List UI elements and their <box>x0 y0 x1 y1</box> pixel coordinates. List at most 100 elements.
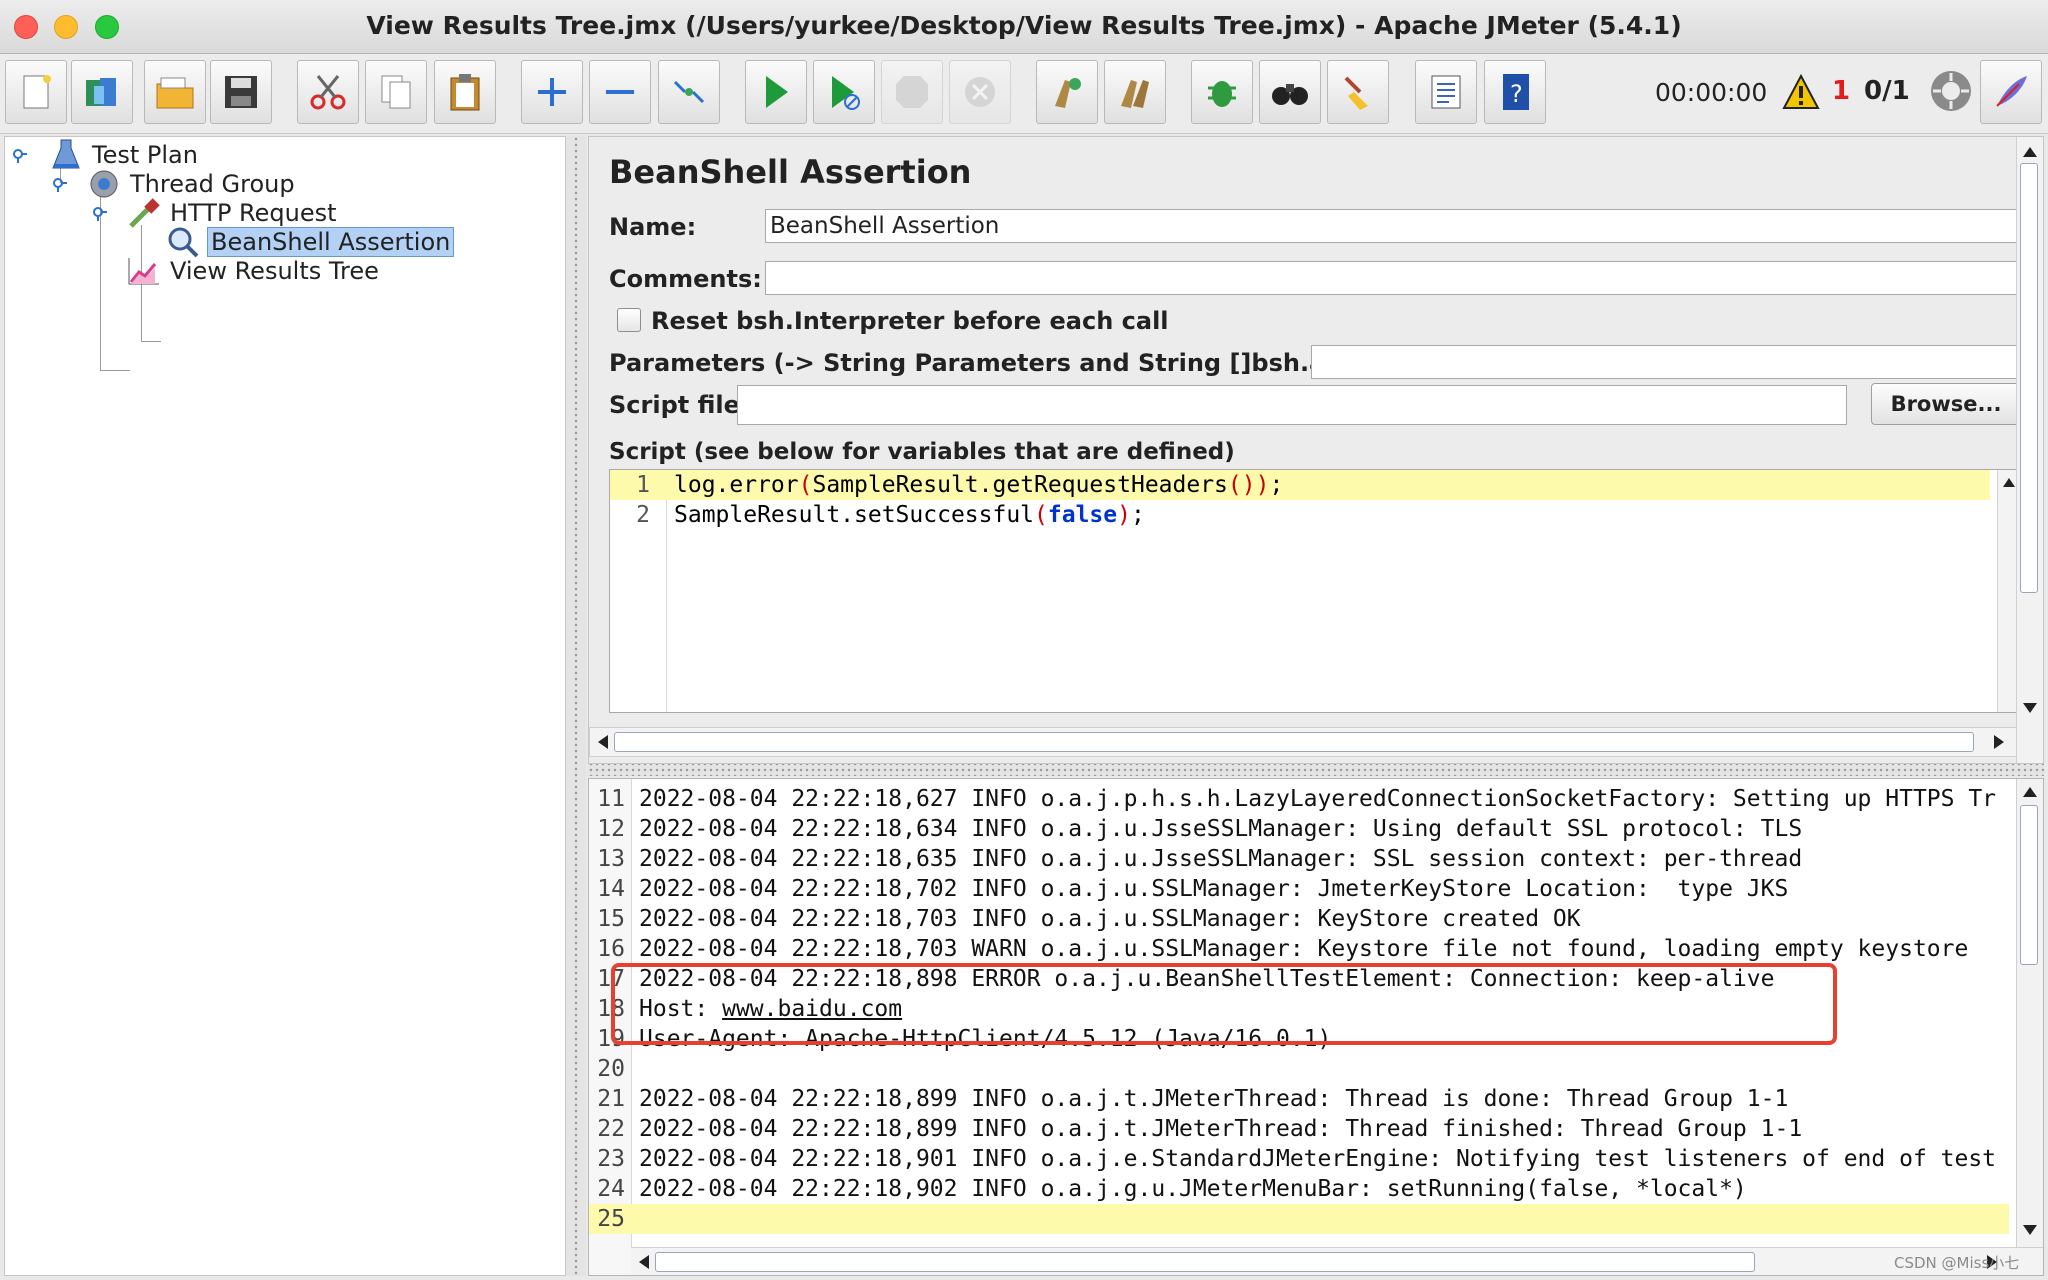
expand-toggle-icon[interactable] <box>93 207 107 221</box>
help-button[interactable]: ? <box>1484 60 1546 124</box>
new-button[interactable] <box>5 60 67 124</box>
templates-icon <box>86 78 116 106</box>
feather-icon <box>1996 76 2027 107</box>
debug-button[interactable] <box>1191 60 1253 124</box>
collapse-all-button[interactable] <box>589 60 651 124</box>
log-viewer-button[interactable] <box>1980 60 2042 124</box>
title-bar: View Results Tree.jmx (/Users/yurkee/Des… <box>0 0 2048 54</box>
expand-toggle-icon[interactable] <box>13 149 27 163</box>
tree-node-view-results-tree[interactable]: View Results Tree <box>125 254 382 288</box>
tree-node-label: BeanShell Assertion <box>207 227 455 257</box>
play-no-timers-icon <box>832 76 860 110</box>
code-token: ; <box>1131 502 1145 528</box>
horizontal-splitter[interactable] <box>588 764 2044 776</box>
search-button[interactable] <box>1259 60 1321 124</box>
log-line: 14 2022-08-04 22:22:18,702 INFO o.a.j.u.S… <box>589 874 2009 904</box>
list-icon <box>1431 75 1461 109</box>
flask-icon <box>52 139 80 169</box>
play-icon <box>766 76 788 108</box>
reset-search-button[interactable] <box>1327 60 1389 124</box>
minus-icon <box>606 90 634 94</box>
svg-text:?: ? <box>1510 80 1523 108</box>
code-token: log.error <box>674 472 799 498</box>
scroll-right-arrow[interactable] <box>1994 735 2004 749</box>
log-horizontal-scrollbar[interactable] <box>631 1247 2043 1275</box>
copy-button[interactable] <box>365 60 427 124</box>
script-editor[interactable]: 1 log.error(SampleResult.getRequestHeader… <box>609 469 2021 713</box>
expand-all-button[interactable] <box>521 60 583 124</box>
line-number: 22 <box>597 1116 625 1142</box>
line-number: 1 <box>636 472 650 498</box>
stop-button[interactable] <box>881 60 943 124</box>
templates-button[interactable] <box>71 60 133 124</box>
log-line: 25 <box>589 1204 2009 1234</box>
bug-icon <box>1208 81 1236 107</box>
test-plan-tree: Test Plan Thread Group HTTP Request Bean… <box>4 136 566 1276</box>
log-line: 12 2022-08-04 22:22:18,634 INFO o.a.j.u.J… <box>589 814 2009 844</box>
log-line: 21 2022-08-04 22:22:18,899 INFO o.a.j.t.J… <box>589 1084 2009 1114</box>
code-token: false <box>1047 502 1118 528</box>
warning-icon[interactable] <box>1782 74 1820 110</box>
comments-label: Comments: <box>609 265 762 293</box>
clear-button[interactable] <box>1036 60 1098 124</box>
browse-button[interactable]: Browse... <box>1871 383 2021 425</box>
toolbar: ? 00:00:00 1 0/1 <box>0 54 2048 134</box>
tree-node-label: View Results Tree <box>170 257 379 285</box>
log-text: 2022-08-04 22:22:18,899 INFO o.a.j.t.JMe… <box>639 1116 1803 1142</box>
log-text: 2022-08-04 22:22:18,634 INFO o.a.j.u.Jss… <box>639 816 1803 842</box>
start-no-timers-button[interactable] <box>813 60 875 124</box>
script-file-label: Script file <box>609 391 740 419</box>
scroll-up-arrow[interactable] <box>2003 478 2015 487</box>
function-helper-button[interactable] <box>1415 60 1477 124</box>
line-number: 16 <box>597 936 625 962</box>
panel-vertical-scrollbar[interactable] <box>2016 137 2043 763</box>
line-number: 14 <box>597 876 625 902</box>
name-label: Name: <box>609 213 697 241</box>
log-vertical-scrollbar[interactable] <box>2016 779 2043 1247</box>
code-token: ; <box>1269 472 1284 498</box>
shutdown-button[interactable] <box>949 60 1011 124</box>
scroll-thumb[interactable] <box>2020 805 2038 965</box>
code-token: SampleResult.getRequestHeaders <box>812 472 1228 498</box>
log-line: 20 <box>589 1054 2009 1084</box>
scroll-left-arrow[interactable] <box>639 1255 649 1269</box>
reset-interpreter-checkbox[interactable] <box>617 308 641 332</box>
shutdown-icon <box>965 77 995 107</box>
remote-engines-icon[interactable] <box>1928 68 1974 114</box>
start-button[interactable] <box>745 60 807 124</box>
toggle-button[interactable] <box>658 60 720 124</box>
broom-icon <box>1344 76 1368 110</box>
name-field[interactable]: BeanShell Assertion <box>765 209 2019 243</box>
scroll-down-arrow[interactable] <box>2023 703 2037 713</box>
script-file-field[interactable] <box>737 385 1847 425</box>
scroll-thumb[interactable] <box>614 732 1974 752</box>
vertical-splitter[interactable] <box>566 136 586 1276</box>
script-label: Script (see below for variables that are… <box>609 439 1235 465</box>
comments-field[interactable] <box>765 261 2019 295</box>
elapsed-time: 00:00:00 <box>1655 78 1768 107</box>
scroll-up-arrow[interactable] <box>2023 787 2037 797</box>
gear-icon <box>90 170 118 198</box>
open-button[interactable] <box>144 60 206 124</box>
watermark: CSDN @Miss小七 <box>1894 1254 2020 1272</box>
tree-connector <box>141 341 161 342</box>
thread-count: 0/1 <box>1864 76 1910 106</box>
parameters-field[interactable] <box>1311 345 2019 379</box>
new-file-icon <box>23 75 51 109</box>
clear-all-button[interactable] <box>1104 60 1166 124</box>
expand-toggle-icon[interactable] <box>53 178 67 192</box>
cut-button[interactable] <box>297 60 359 124</box>
editor-horizontal-scrollbar[interactable] <box>589 727 2021 757</box>
scroll-up-arrow[interactable] <box>2023 147 2037 157</box>
panel-title: BeanShell Assertion <box>609 153 972 191</box>
log-line: 15 2022-08-04 22:22:18,703 INFO o.a.j.u.S… <box>589 904 2009 934</box>
brooms-icon <box>1121 80 1149 108</box>
scroll-left-arrow[interactable] <box>598 735 608 749</box>
scroll-thumb[interactable] <box>655 1252 1755 1272</box>
save-button[interactable] <box>210 60 272 124</box>
paste-button[interactable] <box>434 60 496 124</box>
log-viewer[interactable]: 11 2022-08-04 22:22:18,627 INFO o.a.j.p.h… <box>588 778 2044 1276</box>
scroll-down-arrow[interactable] <box>2023 1225 2037 1235</box>
scroll-thumb[interactable] <box>2020 163 2038 593</box>
clipboard-icon <box>450 74 480 111</box>
